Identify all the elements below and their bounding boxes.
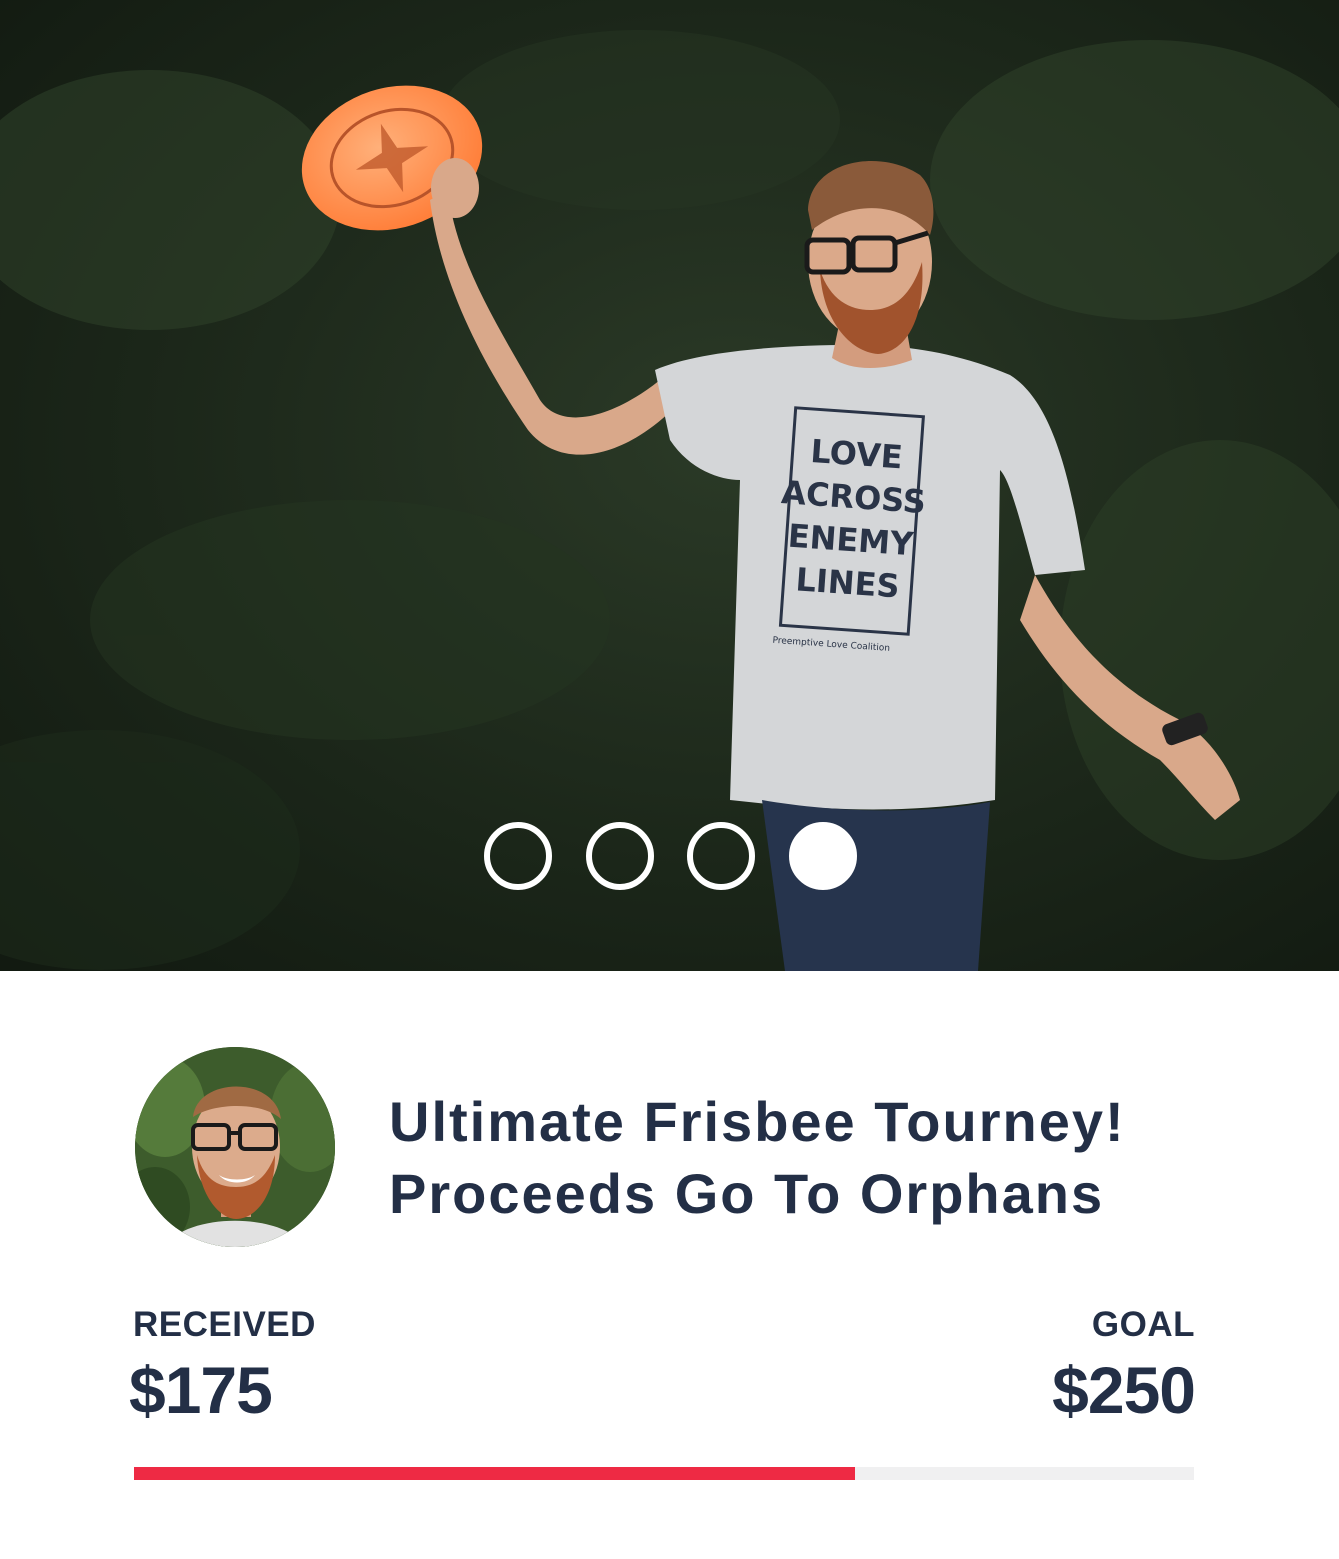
goal-amount: $250 xyxy=(1052,1353,1196,1427)
carousel-indicators xyxy=(0,822,1339,892)
campaign-title: Ultimate Frisbee Tourney! Proceeds Go To… xyxy=(389,1086,1249,1230)
shirt-line-4: LINES xyxy=(794,560,900,605)
hero-photo[interactable]: LOVE ACROSS ENEMY LINES Preemptive Love … xyxy=(0,0,1339,971)
carousel-dot-1[interactable] xyxy=(484,822,552,890)
received-label: RECEIVED xyxy=(133,1305,316,1344)
campaign-title-line-1: Ultimate Frisbee Tourney! xyxy=(389,1090,1126,1153)
campaign-title-line-2: Proceeds Go To Orphans xyxy=(389,1162,1105,1225)
carousel-dot-3[interactable] xyxy=(687,822,755,890)
avatar[interactable] xyxy=(135,1047,335,1247)
carousel-dot-4[interactable] xyxy=(789,822,857,890)
goal-label: GOAL xyxy=(1091,1305,1195,1344)
avatar-photo xyxy=(135,1047,335,1247)
progress-bar xyxy=(134,1467,1194,1480)
received-amount: $175 xyxy=(129,1353,273,1427)
carousel-dot-2[interactable] xyxy=(586,822,654,890)
progress-fill xyxy=(134,1467,855,1480)
shirt-line-1: LOVE xyxy=(809,432,904,476)
